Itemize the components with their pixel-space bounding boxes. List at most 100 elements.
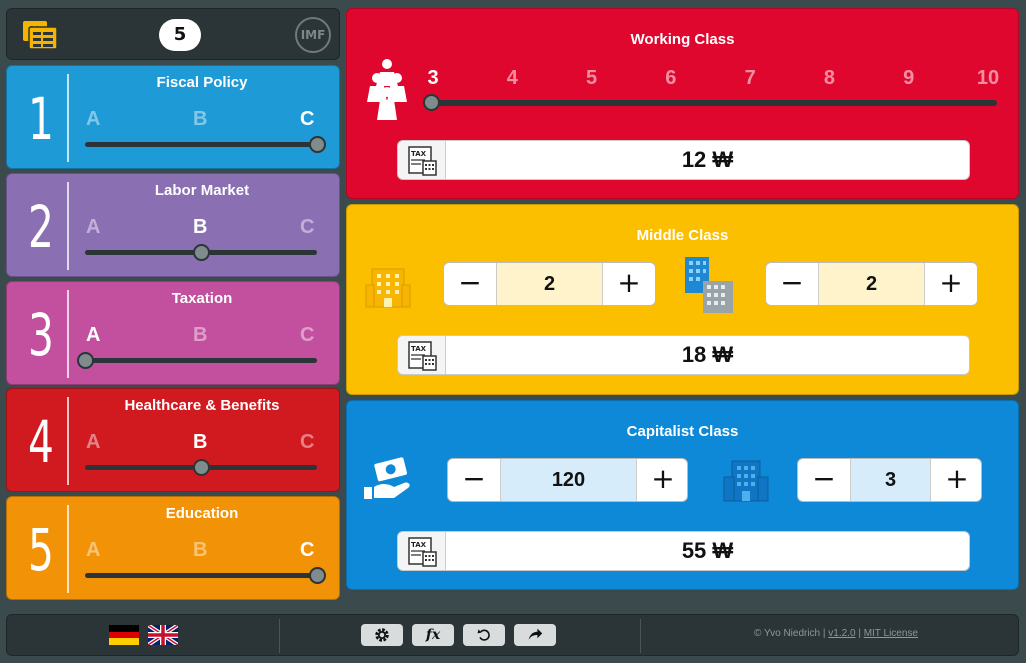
scale-value-9[interactable]: 9 [903,67,914,90]
policy-slider-knob[interactable] [308,136,326,153]
workers-icon [367,59,407,120]
stepper-value[interactable]: 2 [818,263,925,305]
footer-divider [640,619,641,653]
working-class-slider-knob[interactable] [423,94,440,111]
policy-option-a[interactable]: A [86,431,100,454]
version-link[interactable]: v1.2.0 [828,628,855,639]
policy-title: Fiscal Policy [156,74,248,91]
capitalist-class-stepper-2: − 3 + [797,458,982,502]
policy-slider-knob[interactable] [76,352,94,369]
policy-option-a[interactable]: A [86,108,100,131]
share-button[interactable] [514,624,556,646]
hand-money-icon [364,457,410,499]
policy-option-b[interactable]: B [193,324,207,347]
policy-option-a[interactable]: A [86,539,100,562]
policy-divider [67,182,69,270]
policy-title: Labor Market [154,182,250,199]
capitalist-class-tax-value: 55 ₩ [681,538,734,563]
capitalist-class-stepper-1: − 120 + [447,458,688,502]
working-class-tax-box: TAX 12 ₩ [397,140,970,180]
settings-button[interactable] [361,624,403,646]
scale-value-3[interactable]: 3 [427,67,438,90]
scale-value-10[interactable]: 10 [977,67,999,90]
policy-divider [67,74,69,162]
corporate-building-icon [723,460,769,502]
stepper-value[interactable]: 2 [496,263,603,305]
credit-author: © Yvo Niedrich | [754,628,826,639]
decrement-button[interactable]: − [766,263,818,305]
policy-slider-track[interactable] [85,573,317,578]
middle-class-panel: Middle Class − 2 + − 2 + TAX 18 ₩ [346,204,1019,395]
formula-icon: fx [425,627,441,643]
policy-slider-track[interactable] [85,358,317,363]
increment-button[interactable]: + [603,263,655,305]
policy-slider-knob[interactable] [308,567,326,584]
imf-logo-icon[interactable]: IMF [295,17,331,53]
scale-value-6[interactable]: 6 [665,67,676,90]
policy-card-3: 3 Taxation A B C [6,281,340,385]
german-flag-icon[interactable] [109,625,139,645]
share-icon [528,628,543,640]
policy-option-b[interactable]: B [193,431,207,454]
policy-option-b[interactable]: B [193,539,207,562]
policy-option-c[interactable]: C [300,216,314,239]
undo-button[interactable] [463,624,505,646]
policy-number: 4 [28,408,54,476]
middle-class-tax-value: 18 ₩ [681,342,734,367]
uk-flag-icon[interactable] [148,625,178,645]
policy-option-c[interactable]: C [300,108,314,131]
policy-option-a[interactable]: A [86,216,100,239]
formula-button[interactable]: fx [412,624,454,646]
settings-icon [375,628,389,642]
policy-option-c[interactable]: C [300,431,314,454]
increment-button[interactable]: + [925,263,977,305]
policy-number: 5 [28,516,54,584]
round-counter: 5 [159,19,201,51]
policy-card-2: 2 Labor Market A B C [6,173,340,277]
panel-title: Working Class [630,31,735,48]
policy-slider-knob[interactable] [192,459,210,476]
policy-divider [67,505,69,593]
middle-class-stepper-2: − 2 + [765,262,978,306]
panel-title: Middle Class [636,227,729,244]
tax-calculator-icon: TAX [398,141,446,179]
scale-value-8[interactable]: 8 [824,67,835,90]
capitalist-class-tax-box: TAX 55 ₩ [397,531,970,571]
working-class-slider-track[interactable] [431,100,997,106]
policy-option-c[interactable]: C [300,539,314,562]
policy-option-a[interactable]: A [86,324,100,347]
stepper-value[interactable]: 120 [500,459,637,501]
panel-title: Capitalist Class [626,423,739,440]
decrement-button[interactable]: − [444,263,496,305]
policy-option-b[interactable]: B [193,108,207,131]
policy-option-c[interactable]: C [300,324,314,347]
capitalist-class-panel: Capitalist Class − 120 + − 3 + TAX 55 ₩ [346,400,1019,590]
policy-slider-track[interactable] [85,142,317,147]
svg-text:TAX: TAX [411,541,427,549]
scale-value-5[interactable]: 5 [586,67,597,90]
budget-sheet-icon[interactable]: % [21,17,61,53]
stepper-value[interactable]: 3 [850,459,931,501]
middle-class-stepper-1: − 2 + [443,262,656,306]
decrement-button[interactable]: − [798,459,850,501]
policy-option-b[interactable]: B [193,216,207,239]
footer-bar: fx © Yvo Niedrich | v1.2.0 | MIT License [6,614,1019,656]
increment-button[interactable]: + [637,459,689,501]
decrement-button[interactable]: − [448,459,500,501]
header-bar: % 5 IMF [6,8,340,60]
scale-value-7[interactable]: 7 [745,67,756,90]
policy-slider-knob[interactable] [192,244,210,261]
policy-title: Healthcare & Benefits [124,397,280,414]
policy-title: Taxation [171,290,233,307]
tax-calculator-icon: TAX [398,532,446,570]
credit-separator: | [858,628,861,639]
office-building-icon [365,268,411,308]
license-link[interactable]: MIT License [864,628,918,639]
svg-text:TAX: TAX [411,345,427,353]
middle-class-tax-box: TAX 18 ₩ [397,335,970,375]
footer-divider [279,619,280,653]
policy-divider [67,397,69,485]
increment-button[interactable]: + [931,459,983,501]
scale-value-4[interactable]: 4 [507,67,518,90]
policy-title: Education [165,505,239,522]
